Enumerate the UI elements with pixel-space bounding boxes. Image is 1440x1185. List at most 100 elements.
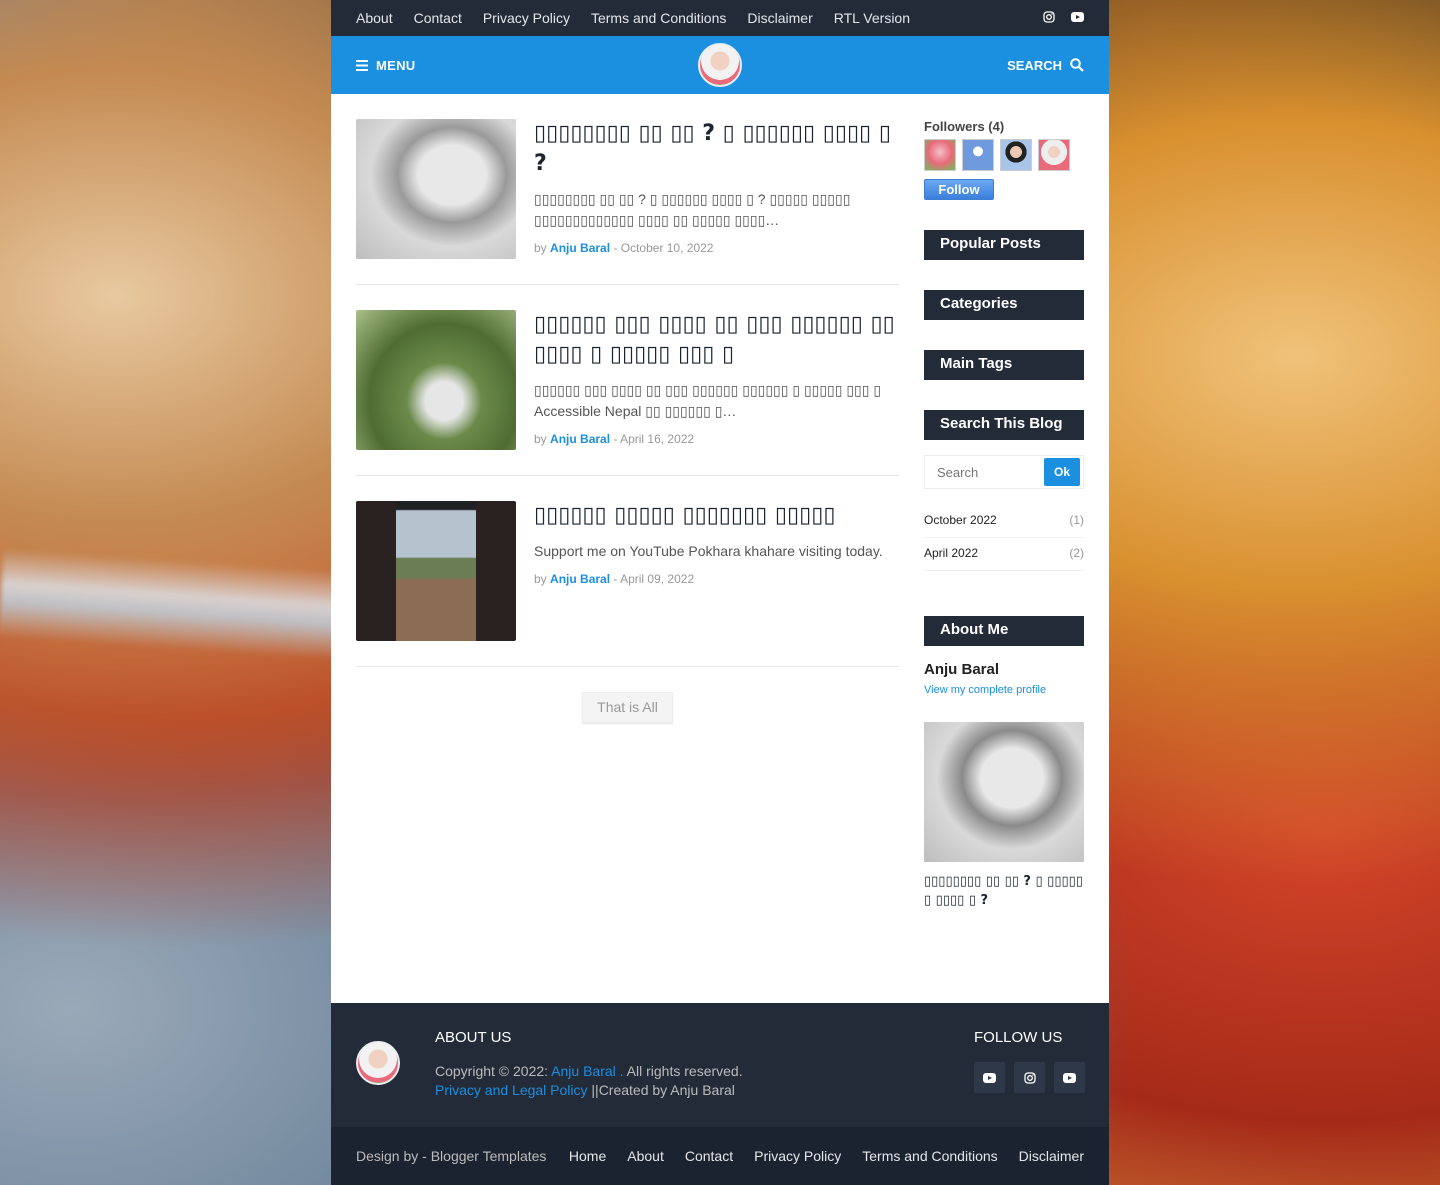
avatar[interactable] [962,139,994,171]
footer-follow-title: FOLLOW US [974,1029,1063,1046]
avatar[interactable] [1000,139,1032,171]
avatar[interactable] [1038,139,1070,171]
topbar-link-privacy[interactable]: Privacy Policy [483,10,570,26]
footer-social-icons [974,1062,1085,1093]
post-thumbnail[interactable] [356,310,516,450]
that-is-all-button[interactable]: That is All [582,692,673,723]
follower-avatars [924,139,1084,171]
post-meta: by Anju Baral - April 09, 2022 [534,572,899,586]
follow-button[interactable]: Follow [924,179,994,200]
copyright-suffix: All rights reserved. [626,1063,743,1079]
search-input[interactable] [937,464,1044,480]
footer-logo [356,1041,400,1085]
footer-follow: FOLLOW US [974,1029,1085,1093]
archive-count: (1) [1069,513,1084,527]
about-me-title: About Me [924,616,1084,646]
hamburger-icon [356,59,368,71]
main-nav: MENU SEARCH [331,36,1109,94]
archive-item[interactable]: April 2022 (2) [924,542,1084,571]
instagram-icon[interactable] [1014,1062,1045,1093]
featured-post-title[interactable]: ▯▯▯▯▯▯▯▯ ▯▯ ▯▯ ? ▯ ▯▯▯▯▯▯ ▯▯▯▯ ▯ ? [924,872,1084,910]
avatar[interactable] [924,139,956,171]
post-author[interactable]: Anju Baral [550,432,610,446]
featured-post-image[interactable] [924,722,1084,862]
archive-month[interactable]: October 2022 [924,513,997,527]
post-title[interactable]: ▯▯▯▯▯▯▯▯ ▯▯ ▯▯ ? ▯ ▯▯▯▯▯▯ ▯▯▯▯ ▯ ? [534,119,899,179]
footer-link-home[interactable]: Home [569,1148,606,1164]
post-by: by [534,432,547,446]
post-thumbnail[interactable] [356,119,516,259]
search-icon [1070,58,1084,72]
footer-link-privacy[interactable]: Privacy Policy [754,1148,841,1164]
created-by: ||Created by Anju Baral [591,1082,735,1098]
post-title[interactable]: ▯▯▯▯▯▯ ▯▯▯▯▯ ▯▯▯▯▯▯▯ ▯▯▯▯▯ [534,501,899,531]
post-date: April 16, 2022 [620,432,695,446]
menu-button[interactable]: MENU [356,58,415,73]
search-label: SEARCH [1007,57,1062,73]
search-blog-title: Search This Blog [924,410,1084,440]
post-list: ▯▯▯▯▯▯▯▯ ▯▯ ▯▯ ? ▯ ▯▯▯▯▯▯ ▯▯▯▯ ▯ ? ▯▯▯▯▯… [356,119,899,910]
post-excerpt: ▯▯▯▯▯▯ ▯▯▯ ▯▯▯▯ ▯▯ ▯▯▯ ▯▯▯▯▯▯ ▯▯▯▯▯▯ ▯ ▯… [534,382,882,419]
followers-title: Followers (4) [924,119,1005,134]
popular-posts-title: Popular Posts [924,230,1084,260]
post-excerpt: Support me on YouTube Pokhara khahare vi… [534,543,883,559]
post-date: October 10, 2022 [620,241,714,255]
post-author[interactable]: Anju Baral [550,241,610,255]
post-meta-separator: - [613,241,618,255]
archive-month[interactable]: April 2022 [924,546,978,560]
topbar-link-rtl[interactable]: RTL Version [834,10,910,26]
profile-link[interactable]: View my complete profile [924,684,1084,696]
site-logo[interactable] [698,43,742,87]
main-tags-title: Main Tags [924,350,1084,380]
footer-copyright: Copyright © 2022: Anju Baral . All right… [435,1062,743,1081]
about-name[interactable]: Anju Baral [924,661,1084,678]
search-button[interactable]: SEARCH [1007,58,1084,73]
post-meta: by Anju Baral - April 16, 2022 [534,432,899,446]
archive-item[interactable]: October 2022 (1) [924,509,1084,538]
post-item: ▯▯▯▯▯▯▯▯ ▯▯ ▯▯ ? ▯ ▯▯▯▯▯▯ ▯▯▯▯ ▯ ? ▯▯▯▯▯… [356,119,899,285]
post-date: April 09, 2022 [620,572,695,586]
youtube-icon[interactable] [974,1062,1005,1093]
topbar-link-terms[interactable]: Terms and Conditions [591,10,726,26]
copyright-name-link[interactable]: Anju Baral . [551,1063,623,1079]
footer-link-terms[interactable]: Terms and Conditions [862,1148,997,1164]
instagram-icon[interactable] [1043,10,1055,26]
topbar-link-disclaimer[interactable]: Disclaimer [747,10,812,26]
footer-policy-line: Privacy and Legal Policy ||Created by An… [435,1081,743,1100]
youtube-icon[interactable] [1054,1062,1085,1093]
categories-title: Categories [924,290,1084,320]
design-prefix: Design by - [356,1148,427,1164]
footer-nav: Home About Contact Privacy Policy Terms … [569,1148,1084,1164]
post-item: ▯▯▯▯▯▯ ▯▯▯▯▯ ▯▯▯▯▯▯▯ ▯▯▯▯▯ Support me on… [356,501,899,667]
policy-link[interactable]: Privacy and Legal Policy [435,1082,588,1098]
design-link[interactable]: Blogger Templates [431,1148,547,1164]
top-bar: About Contact Privacy Policy Terms and C… [331,0,1109,36]
bottom-bar: Design by - Blogger Templates Home About… [331,1127,1109,1185]
footer-link-disclaimer[interactable]: Disclaimer [1019,1148,1084,1164]
post-author[interactable]: Anju Baral [550,572,610,586]
footer: ABOUT US Copyright © 2022: Anju Baral . … [331,1003,1109,1127]
sidebar: Followers (4) Follow Popular Posts Categ… [924,119,1084,910]
page-wrapper: About Contact Privacy Policy Terms and C… [331,0,1109,1185]
footer-link-about[interactable]: About [627,1148,664,1164]
youtube-icon[interactable] [1071,11,1084,26]
post-meta-separator: - [613,572,618,586]
post-thumbnail[interactable] [356,501,516,641]
content-area: ▯▯▯▯▯▯▯▯ ▯▯ ▯▯ ? ▯ ▯▯▯▯▯▯ ▯▯▯▯ ▯ ? ▯▯▯▯▯… [331,94,1109,910]
post-excerpt: ▯▯▯▯▯▯▯▯ ▯▯ ▯▯ ? ▯ ▯▯▯▯▯▯ ▯▯▯▯ ▯ ? ▯▯▯▯▯… [534,191,851,228]
search-ok-button[interactable]: Ok [1044,458,1080,486]
copyright-prefix: Copyright © 2022: [435,1063,549,1079]
background-plane-wing [0,547,363,663]
topbar-link-contact[interactable]: Contact [414,10,462,26]
blog-search: Ok [924,455,1084,489]
post-title[interactable]: ▯▯▯▯▯▯ ▯▯▯ ▯▯▯▯ ▯▯ ▯▯▯ ▯▯▯▯▯▯ ▯▯▯▯▯▯ ▯ ▯… [534,310,899,370]
footer-about-title: ABOUT US [435,1029,512,1046]
post-meta-separator: - [613,432,618,446]
archive-count: (2) [1069,546,1084,560]
footer-about: ABOUT US Copyright © 2022: Anju Baral . … [435,1029,743,1100]
post-by: by [534,572,547,586]
topbar-social [1043,10,1084,26]
topbar-link-about[interactable]: About [356,10,393,26]
footer-link-contact[interactable]: Contact [685,1148,733,1164]
post-meta: by Anju Baral - October 10, 2022 [534,241,899,255]
